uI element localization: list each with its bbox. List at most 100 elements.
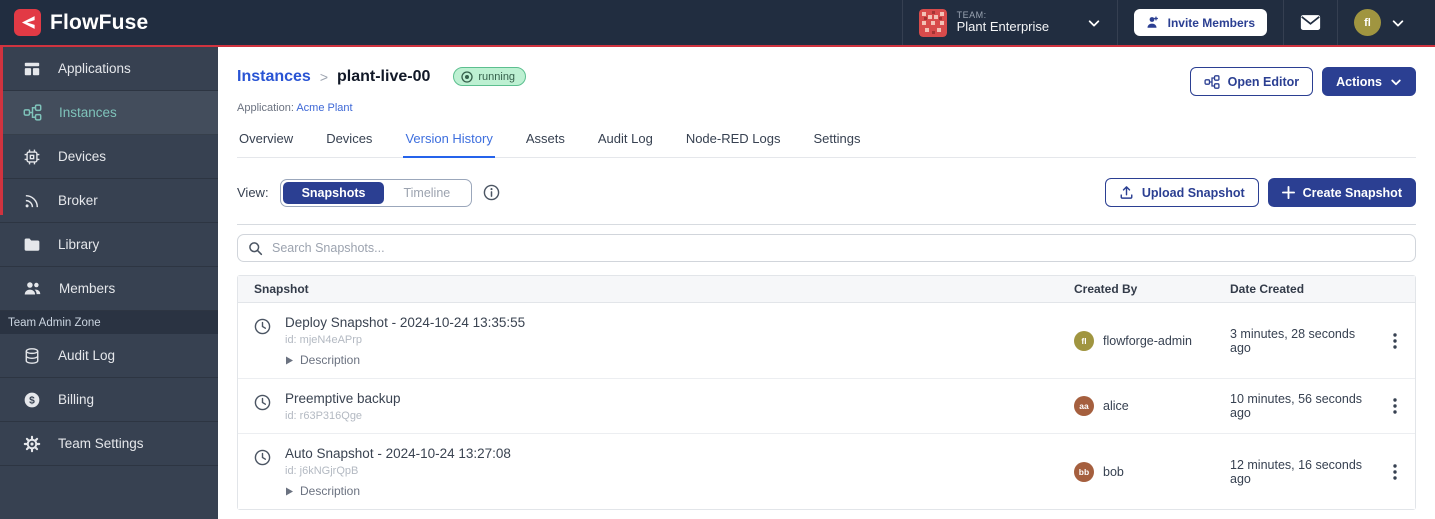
sidebar-item-audit-log[interactable]: Audit Log — [0, 334, 218, 378]
snapshot-id: id: mjeN4eAPrp — [285, 334, 525, 346]
sidebar-item-instances[interactable]: Instances — [0, 91, 218, 135]
snapshot-id: id: j6kNGjrQpB — [285, 465, 511, 477]
toolbar-divider — [237, 224, 1416, 225]
flowfuse-logo-icon — [14, 9, 41, 36]
breadcrumb: Instances > plant-live-00 running — [237, 67, 526, 86]
open-editor-button[interactable]: Open Editor — [1190, 67, 1314, 96]
notifications-section[interactable] — [1283, 0, 1337, 45]
breadcrumb-separator: > — [320, 69, 328, 85]
tab-overview[interactable]: Overview — [237, 131, 295, 157]
sidebar-item-billing[interactable]: $ Billing — [0, 378, 218, 422]
creator-avatar: bb — [1074, 462, 1094, 482]
invite-members-label: Invite Members — [1168, 16, 1255, 30]
main-content: Instances > plant-live-00 running Open E… — [218, 47, 1435, 519]
team-admin-zone-label: Team Admin Zone — [0, 311, 218, 334]
broker-icon — [23, 192, 41, 210]
actions-button[interactable]: Actions — [1322, 67, 1416, 96]
kebab-icon — [1393, 333, 1397, 349]
top-navbar: FlowFuse TEAM: Plant Enterpri — [0, 0, 1435, 47]
description-expander[interactable]: Description — [285, 353, 525, 367]
instances-icon — [1204, 74, 1220, 90]
snapshot-title: Preemptive backup — [285, 391, 401, 406]
user-avatar: fl — [1354, 9, 1381, 36]
plus-icon — [1282, 186, 1295, 199]
table-row[interactable]: Preemptive backup id: r63P316Qge aa alic… — [238, 379, 1415, 434]
team-avatar-icon — [919, 9, 947, 37]
mail-icon — [1300, 14, 1321, 31]
application-link[interactable]: Acme Plant — [296, 102, 352, 114]
date-created: 3 minutes, 28 seconds ago — [1230, 303, 1375, 378]
sidebar-item-devices[interactable]: Devices — [0, 135, 218, 179]
triangle-right-icon — [285, 356, 293, 365]
row-kebab-menu[interactable] — [1375, 303, 1415, 378]
clock-icon — [254, 318, 271, 335]
creator-avatar: fl — [1074, 331, 1094, 351]
snapshots-table: Snapshot Created By Date Created Deploy … — [237, 275, 1416, 510]
tab-settings[interactable]: Settings — [811, 131, 862, 157]
tab-node-red-logs[interactable]: Node-RED Logs — [684, 131, 783, 157]
sidebar-item-team-settings[interactable]: Team Settings — [0, 422, 218, 466]
open-editor-label: Open Editor — [1228, 75, 1300, 89]
kebab-icon — [1393, 464, 1397, 480]
billing-icon: $ — [23, 391, 41, 409]
description-label: Description — [300, 353, 360, 367]
clock-icon — [254, 449, 271, 466]
sidebar-item-applications[interactable]: Applications — [0, 47, 218, 91]
devices-icon — [23, 148, 41, 166]
triangle-right-icon — [285, 487, 293, 496]
toggle-timeline[interactable]: Timeline — [384, 182, 469, 204]
tab-version-history[interactable]: Version History — [403, 131, 494, 158]
snapshot-id: id: r63P316Qge — [285, 410, 401, 422]
row-kebab-menu[interactable] — [1375, 434, 1415, 509]
flowfuse-logo[interactable]: FlowFuse — [14, 9, 148, 36]
clock-icon — [254, 394, 271, 411]
audit-log-icon — [23, 347, 41, 365]
view-toggle: Snapshots Timeline — [280, 179, 473, 207]
sidebar-item-library[interactable]: Library — [0, 223, 218, 267]
running-status-icon — [461, 71, 473, 83]
user-menu[interactable]: fl — [1337, 0, 1421, 45]
creator-avatar: aa — [1074, 396, 1094, 416]
sidebar-item-broker[interactable]: Broker — [0, 179, 218, 223]
sidebar-item-label: Members — [59, 281, 115, 296]
snapshot-title: Auto Snapshot - 2024-10-24 13:27:08 — [285, 446, 511, 461]
create-snapshot-button[interactable]: Create Snapshot — [1268, 178, 1416, 207]
column-header-created-by: Created By — [1074, 282, 1230, 296]
applications-icon — [23, 60, 41, 78]
date-created: 10 minutes, 56 seconds ago — [1230, 379, 1375, 433]
upload-snapshot-button[interactable]: Upload Snapshot — [1105, 178, 1259, 207]
date-created: 12 minutes, 16 seconds ago — [1230, 434, 1375, 509]
upload-snapshot-label: Upload Snapshot — [1142, 186, 1245, 200]
team-selector[interactable]: TEAM: Plant Enterprise — [902, 0, 1117, 45]
column-header-date-created: Date Created — [1230, 282, 1375, 296]
sidebar-item-label: Devices — [58, 149, 106, 164]
sidebar-item-label: Audit Log — [58, 348, 115, 363]
sidebar-item-label: Broker — [58, 193, 98, 208]
actions-label: Actions — [1336, 75, 1382, 89]
tab-assets[interactable]: Assets — [524, 131, 567, 157]
sidebar-item-members[interactable]: Members — [0, 267, 218, 311]
library-folder-icon — [23, 236, 41, 254]
table-row[interactable]: Deploy Snapshot - 2024-10-24 13:35:55 id… — [238, 303, 1415, 379]
search-input[interactable] — [272, 241, 1405, 255]
invite-members-button[interactable]: Invite Members — [1134, 9, 1267, 36]
description-expander[interactable]: Description — [285, 484, 511, 498]
toggle-snapshots[interactable]: Snapshots — [283, 182, 385, 204]
table-header: Snapshot Created By Date Created — [238, 276, 1415, 303]
info-icon[interactable] — [483, 184, 500, 201]
team-name: Plant Enterprise — [957, 20, 1050, 35]
tab-devices[interactable]: Devices — [324, 131, 374, 157]
creator-name: alice — [1103, 399, 1129, 413]
table-row[interactable]: Auto Snapshot - 2024-10-24 13:27:08 id: … — [238, 434, 1415, 509]
chevron-down-icon — [1391, 16, 1405, 30]
breadcrumb-instances-link[interactable]: Instances — [237, 68, 311, 86]
status-badge: running — [453, 67, 526, 86]
members-icon — [23, 279, 42, 298]
row-kebab-menu[interactable] — [1375, 379, 1415, 433]
sidebar-nav: Applications Instances Devices Broker Li… — [0, 47, 218, 519]
tab-audit-log[interactable]: Audit Log — [596, 131, 655, 157]
create-snapshot-label: Create Snapshot — [1303, 186, 1402, 200]
instance-name: plant-live-00 — [337, 68, 430, 86]
search-icon — [248, 241, 263, 256]
sidebar-item-label: Team Settings — [58, 436, 144, 451]
